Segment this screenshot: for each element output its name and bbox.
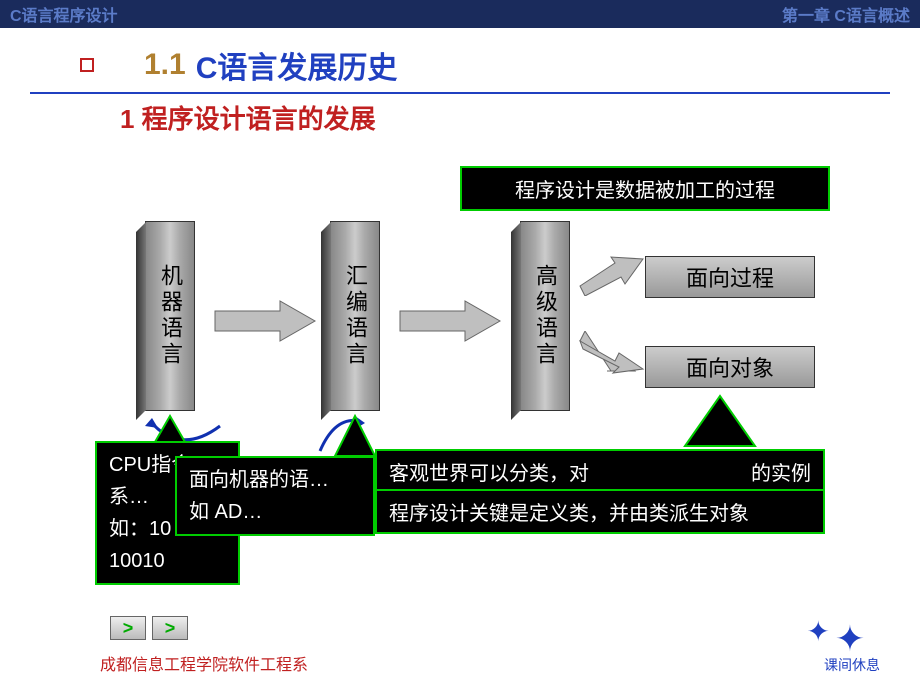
nav-next-button[interactable]: >	[152, 616, 188, 640]
diagram-area: 程序设计是数据被加工的过程 机器语言 汇编语言 高级语言 面向过程 面向对象 C…	[0, 166, 920, 586]
header-bar: C语言程序设计 第一章 C语言概述	[0, 0, 920, 28]
box-highlevel-lang: 高级语言	[520, 221, 570, 411]
section-number: 1.1	[144, 48, 186, 82]
callout-pointer-2	[330, 414, 380, 459]
arrow-1	[210, 296, 320, 346]
arrow-3-down	[575, 331, 645, 376]
header-left: C语言程序设计	[10, 2, 118, 26]
box-assembly-lang: 汇编语言	[330, 221, 380, 411]
section-title: C语言发展历史	[196, 43, 398, 87]
callout-machine: 面向机器的语… 如 AD…	[175, 456, 375, 536]
arrow-2	[395, 296, 505, 346]
title-row: 1.1 C语言发展历史	[80, 43, 920, 87]
callout-top: 程序设计是数据被加工的过程	[460, 166, 830, 211]
callout-pointer-1	[150, 414, 190, 444]
nav-prev-button[interactable]: >	[110, 616, 146, 640]
header-right: 第一章 C语言概述	[782, 2, 910, 26]
bullet-icon	[80, 58, 94, 72]
footer-left: 成都信息工程学院软件工程系	[100, 651, 308, 675]
footer-right[interactable]: 课间休息	[824, 655, 880, 675]
callout-classify: 客观世界可以分类，对 的实例	[375, 449, 825, 494]
star-icon: ✦	[835, 618, 865, 660]
box-machine-lang: 机器语言	[145, 221, 195, 411]
subtitle: 1 程序设计语言的发展	[120, 99, 920, 136]
callout-class-def: 程序设计关键是定义类，并由类派生对象	[375, 489, 825, 534]
arrow-3-up	[575, 251, 645, 296]
divider	[30, 92, 890, 94]
star-icon: ✦	[807, 615, 830, 648]
nav-buttons: > >	[110, 616, 188, 640]
box-oop: 面向对象	[645, 346, 815, 388]
box-procedural: 面向过程	[645, 256, 815, 298]
callout-pointer	[680, 391, 760, 451]
